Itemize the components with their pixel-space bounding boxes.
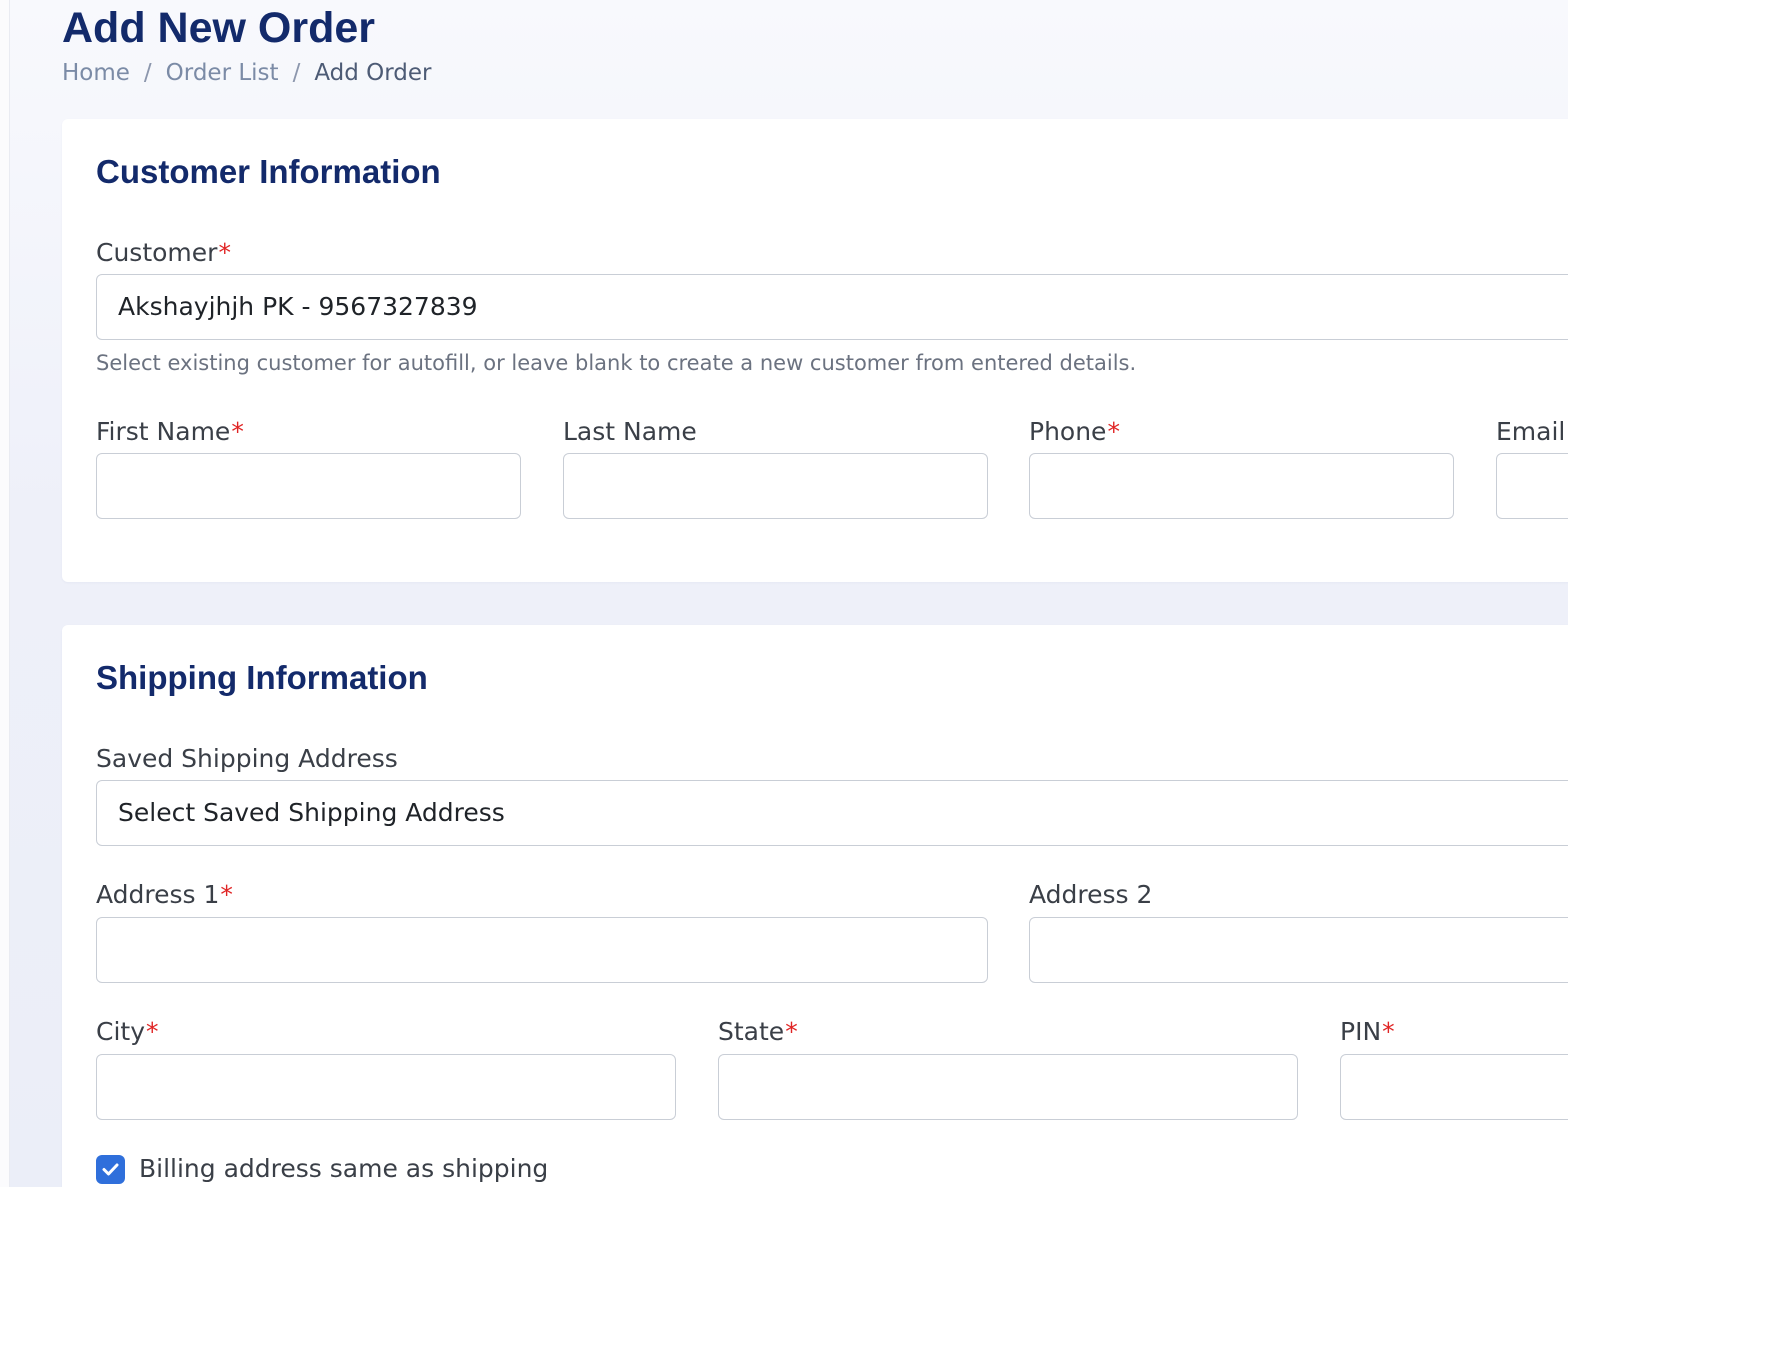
required-asterisk: * xyxy=(1107,417,1120,446)
customer-section-title: Customer Information xyxy=(96,153,441,190)
last-name-input[interactable] xyxy=(563,453,988,519)
breadcrumb-home[interactable]: Home xyxy=(62,60,130,86)
required-asterisk: * xyxy=(785,1017,798,1046)
pin-label: PIN* xyxy=(1340,1016,1395,1048)
customer-select[interactable]: Akshayjhjh PK - 9567327839 xyxy=(96,274,1568,340)
required-asterisk: * xyxy=(218,238,231,267)
checkmark-icon xyxy=(102,1163,119,1176)
address2-label: Address 2 xyxy=(1029,879,1152,911)
breadcrumb: Home / Order List / Add Order xyxy=(62,57,432,89)
breadcrumb-current: Add Order xyxy=(314,60,432,86)
shipping-section-title: Shipping Information xyxy=(96,659,428,696)
breadcrumb-order-list[interactable]: Order List xyxy=(166,60,279,86)
email-label-text: Email xyxy=(1496,417,1566,446)
customer-label: Customer* xyxy=(96,237,231,269)
first-name-input[interactable] xyxy=(96,453,521,519)
email-input[interactable] xyxy=(1496,453,1568,519)
address1-input[interactable] xyxy=(96,917,988,983)
email-label: Email xyxy=(1496,416,1565,448)
pin-label-text: PIN xyxy=(1340,1017,1382,1046)
phone-label-text: Phone xyxy=(1029,417,1107,446)
billing-same-label[interactable]: Billing address same as shipping xyxy=(139,1153,548,1185)
required-asterisk: * xyxy=(1382,1017,1395,1046)
address1-label: Address 1* xyxy=(96,879,233,911)
customer-information-card: Customer Information Customer* Akshayjhj… xyxy=(62,119,1568,582)
state-input[interactable] xyxy=(718,1054,1298,1120)
first-name-label: First Name* xyxy=(96,416,244,448)
required-asterisk: * xyxy=(146,1017,159,1046)
address2-input[interactable] xyxy=(1029,917,1568,983)
page-title: Add New Order xyxy=(62,4,375,52)
city-label: City* xyxy=(96,1016,159,1048)
city-label-text: City xyxy=(96,1017,145,1046)
last-name-label-text: Last Name xyxy=(563,417,697,446)
required-asterisk: * xyxy=(220,880,233,909)
saved-shipping-address-label-text: Saved Shipping Address xyxy=(96,744,398,773)
state-label-text: State xyxy=(718,1017,785,1046)
breadcrumb-separator: / xyxy=(292,60,301,86)
city-input[interactable] xyxy=(96,1054,676,1120)
address2-label-text: Address 2 xyxy=(1029,880,1153,909)
last-name-label: Last Name xyxy=(563,416,697,448)
breadcrumb-separator: / xyxy=(143,60,152,86)
page-background: Add New Order Home / Order List / Add Order … xyxy=(0,0,1568,1187)
shipping-information-card: Shipping Information Saved Shipping Addr… xyxy=(62,625,1568,1187)
required-asterisk: * xyxy=(231,417,244,446)
customer-help-text: Select existing customer for autofill, o… xyxy=(96,351,1137,375)
billing-same-checkbox[interactable] xyxy=(96,1155,125,1184)
phone-label: Phone* xyxy=(1029,416,1120,448)
pin-input[interactable] xyxy=(1340,1054,1568,1120)
saved-shipping-address-label: Saved Shipping Address xyxy=(96,743,398,775)
first-name-label-text: First Name xyxy=(96,417,231,446)
saved-shipping-address-select[interactable]: Select Saved Shipping Address xyxy=(96,780,1568,846)
customer-label-text: Customer xyxy=(96,238,218,267)
phone-input[interactable] xyxy=(1029,453,1454,519)
sidebar-edge xyxy=(0,0,10,1187)
state-label: State* xyxy=(718,1016,798,1048)
address1-label-text: Address 1 xyxy=(96,880,220,909)
